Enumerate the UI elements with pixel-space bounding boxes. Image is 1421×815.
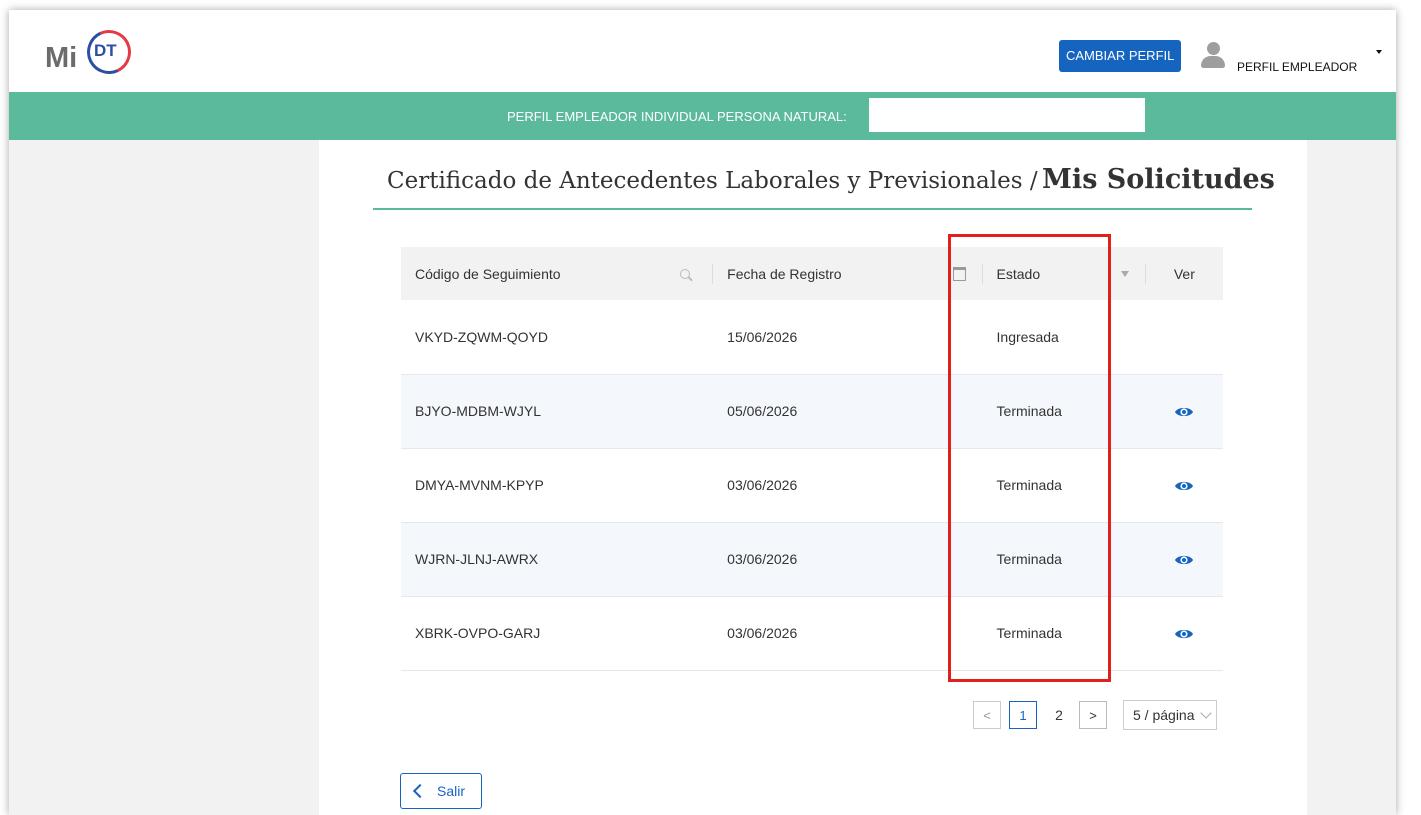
column-header-code: Código de Seguimiento — [401, 247, 714, 300]
caret-down-icon[interactable] — [1376, 50, 1382, 54]
cell-date: 03/06/2026 — [727, 551, 798, 567]
profile-banner-text: PERFIL EMPLEADOR INDIVIDUAL PERSONA NATU… — [507, 109, 847, 124]
title-divider — [373, 208, 1252, 210]
page-1-button[interactable]: 1 — [1009, 701, 1037, 729]
prev-page-button[interactable]: < — [973, 701, 1001, 729]
column-header-view: Ver — [1146, 247, 1223, 300]
logo-mark: DT — [94, 41, 117, 60]
cell-view — [1146, 374, 1223, 448]
cell-view — [1146, 448, 1223, 522]
status-column-highlight — [948, 234, 1111, 682]
search-icon[interactable] — [680, 268, 691, 279]
cell-date: 05/06/2026 — [727, 403, 798, 419]
next-page-button[interactable]: > — [1079, 701, 1107, 729]
user-profile-label[interactable]: PERFIL EMPLEADOR — [1237, 60, 1357, 74]
cell-view — [1146, 300, 1223, 374]
cell-date: 15/06/2026 — [727, 328, 798, 345]
chevron-down-icon — [1199, 706, 1212, 719]
cell-date: 03/06/2026 — [727, 477, 798, 493]
user-icon-body — [1201, 56, 1225, 68]
column-label-date: Fecha de Registro — [727, 265, 842, 282]
main-content: Certificado de Antecedentes Laborales y … — [319, 140, 1307, 815]
page-title: Certificado de Antecedentes Laborales y … — [387, 164, 1275, 195]
back-icon — [412, 783, 428, 799]
column-header-date: Fecha de Registro — [713, 247, 983, 300]
cell-code: DMYA-MVNM-KPYP — [415, 477, 544, 493]
cell-view — [1146, 522, 1223, 596]
column-label-view: Ver — [1173, 265, 1195, 282]
profile-name-field — [869, 98, 1145, 132]
eye-icon[interactable] — [1174, 405, 1194, 419]
exit-button-label: Salir — [437, 783, 466, 799]
top-navbar: Mi DT CAMBIAR PERFIL PERFIL EMPLEADOR — [9, 10, 1396, 92]
app-window: Mi DT CAMBIAR PERFIL PERFIL EMPLEADOR PE… — [9, 10, 1396, 815]
page-title-main: Mis Solicitudes — [1042, 164, 1275, 195]
column-label-code: Código de Seguimiento — [415, 265, 561, 282]
exit-button[interactable]: Salir — [400, 773, 482, 809]
eye-icon[interactable] — [1174, 627, 1194, 641]
cell-code: WJRN-JLNJ-AWRX — [415, 551, 539, 567]
cell-date: 03/06/2026 — [727, 625, 798, 641]
page-size-select[interactable]: 5 / página — [1123, 700, 1217, 730]
page-title-prefix: Certificado de Antecedentes Laborales y … — [387, 168, 1038, 194]
cell-code: BJYO-MDBM-WJYL — [415, 403, 541, 419]
profile-banner: PERFIL EMPLEADOR INDIVIDUAL PERSONA NATU… — [9, 92, 1396, 140]
user-icon-head — [1207, 42, 1220, 55]
eye-icon[interactable] — [1174, 479, 1194, 493]
cell-view — [1146, 596, 1223, 670]
eye-icon[interactable] — [1174, 553, 1194, 567]
change-profile-button[interactable]: CAMBIAR PERFIL — [1059, 40, 1182, 72]
logo-text: Mi — [45, 42, 78, 74]
cell-code: XBRK-OVPO-GARJ — [415, 625, 541, 641]
pagination: < 1 2 > 5 / página — [973, 700, 1217, 730]
mi-dt-logo[interactable]: Mi DT — [37, 23, 147, 81]
page-2-button[interactable]: 2 — [1045, 707, 1073, 723]
page-size-value: 5 / página — [1133, 707, 1195, 723]
cell-code: VKYD-ZQWM-QOYD — [415, 328, 548, 345]
filter-icon[interactable] — [1120, 270, 1129, 277]
user-icon[interactable] — [1200, 40, 1226, 70]
